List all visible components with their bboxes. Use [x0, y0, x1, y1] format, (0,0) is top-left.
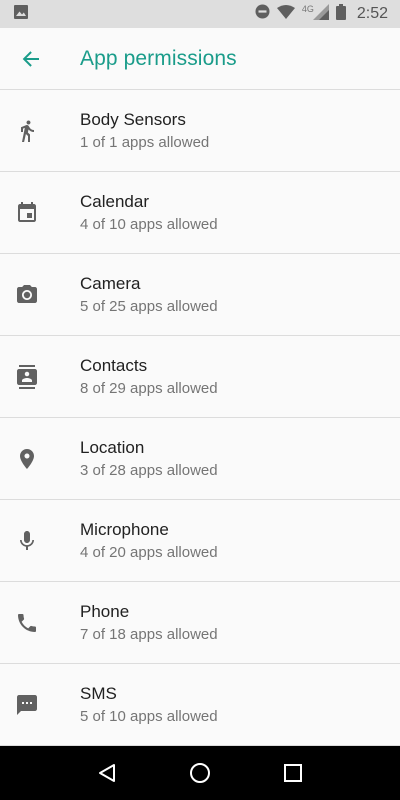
- body-sensors-icon: [0, 90, 80, 172]
- permission-summary: 1 of 1 apps allowed: [80, 134, 210, 151]
- list-item-text: Camera 5 of 25 apps allowed: [80, 274, 218, 315]
- nav-back-button[interactable]: [87, 753, 127, 793]
- list-item-text: Calendar 4 of 10 apps allowed: [80, 192, 218, 233]
- permission-summary: 5 of 25 apps allowed: [80, 298, 218, 315]
- list-item-text: Location 3 of 28 apps allowed: [80, 438, 218, 479]
- permission-name: Contacts: [80, 356, 148, 375]
- permission-summary: 4 of 20 apps allowed: [80, 544, 218, 561]
- list-item-location[interactable]: Location 3 of 28 apps allowed: [0, 418, 400, 500]
- signal-icon: [312, 3, 329, 25]
- image-icon: [14, 4, 28, 24]
- list-item-body-sensors[interactable]: Body Sensors 1 of 1 apps allowed: [0, 90, 400, 172]
- permission-name: SMS: [80, 684, 117, 703]
- page-title: App permissions: [80, 46, 237, 70]
- back-triangle-icon: [98, 764, 115, 782]
- sms-icon: [0, 664, 80, 746]
- status-right: 4G 2:52: [255, 3, 388, 25]
- phone-icon: [0, 582, 80, 664]
- recents-square-icon: [284, 764, 303, 782]
- permission-name: Camera: [80, 274, 141, 293]
- nav-home-button[interactable]: [180, 753, 220, 793]
- list-item-text: Contacts 8 of 29 apps allowed: [80, 356, 218, 397]
- contacts-icon: [0, 336, 80, 418]
- microphone-icon: [0, 500, 80, 582]
- list-item-phone[interactable]: Phone 7 of 18 apps allowed: [0, 582, 400, 664]
- status-bar: 4G 2:52: [0, 0, 400, 28]
- permission-summary: 5 of 10 apps allowed: [80, 708, 218, 725]
- wifi-icon: [276, 4, 295, 24]
- list-item-text: Body Sensors 1 of 1 apps allowed: [80, 110, 209, 151]
- calendar-icon: [0, 172, 80, 254]
- list-item-sms[interactable]: SMS 5 of 10 apps allowed: [0, 664, 400, 746]
- permission-name: Phone: [80, 602, 130, 621]
- list-item-calendar[interactable]: Calendar 4 of 10 apps allowed: [0, 172, 400, 254]
- camera-icon: [0, 254, 80, 336]
- permission-summary: 8 of 29 apps allowed: [80, 380, 218, 397]
- arrow-back-icon: [22, 50, 39, 67]
- navigation-bar: [0, 746, 400, 800]
- permission-name: Location: [80, 438, 145, 457]
- permission-name: Microphone: [80, 520, 169, 539]
- do-not-disturb-icon: [255, 4, 270, 24]
- permission-list: Body Sensors 1 of 1 apps allowed Calenda…: [0, 90, 400, 746]
- network-type-label: 4G: [301, 4, 314, 14]
- list-item-microphone[interactable]: Microphone 4 of 20 apps allowed: [0, 500, 400, 582]
- permission-name: Body Sensors: [80, 110, 186, 129]
- list-item-camera[interactable]: Camera 5 of 25 apps allowed: [0, 254, 400, 336]
- location-icon: [0, 418, 80, 500]
- permission-name: Calendar: [80, 192, 149, 211]
- status-left: [14, 4, 28, 24]
- app-bar: App permissions: [0, 28, 400, 90]
- clock: 2:52: [356, 5, 388, 22]
- list-item-contacts[interactable]: Contacts 8 of 29 apps allowed: [0, 336, 400, 418]
- nav-recents-button[interactable]: [273, 753, 313, 793]
- list-item-text: Microphone 4 of 20 apps allowed: [80, 520, 218, 561]
- list-item-text: SMS 5 of 10 apps allowed: [80, 684, 218, 725]
- permission-summary: 3 of 28 apps allowed: [80, 462, 218, 479]
- back-button[interactable]: [3, 31, 59, 87]
- permission-summary: 7 of 18 apps allowed: [80, 626, 218, 643]
- permission-summary: 4 of 10 apps allowed: [80, 216, 218, 233]
- list-item-text: Phone 7 of 18 apps allowed: [80, 602, 218, 643]
- home-circle-icon: [189, 763, 210, 783]
- battery-icon: [335, 3, 346, 25]
